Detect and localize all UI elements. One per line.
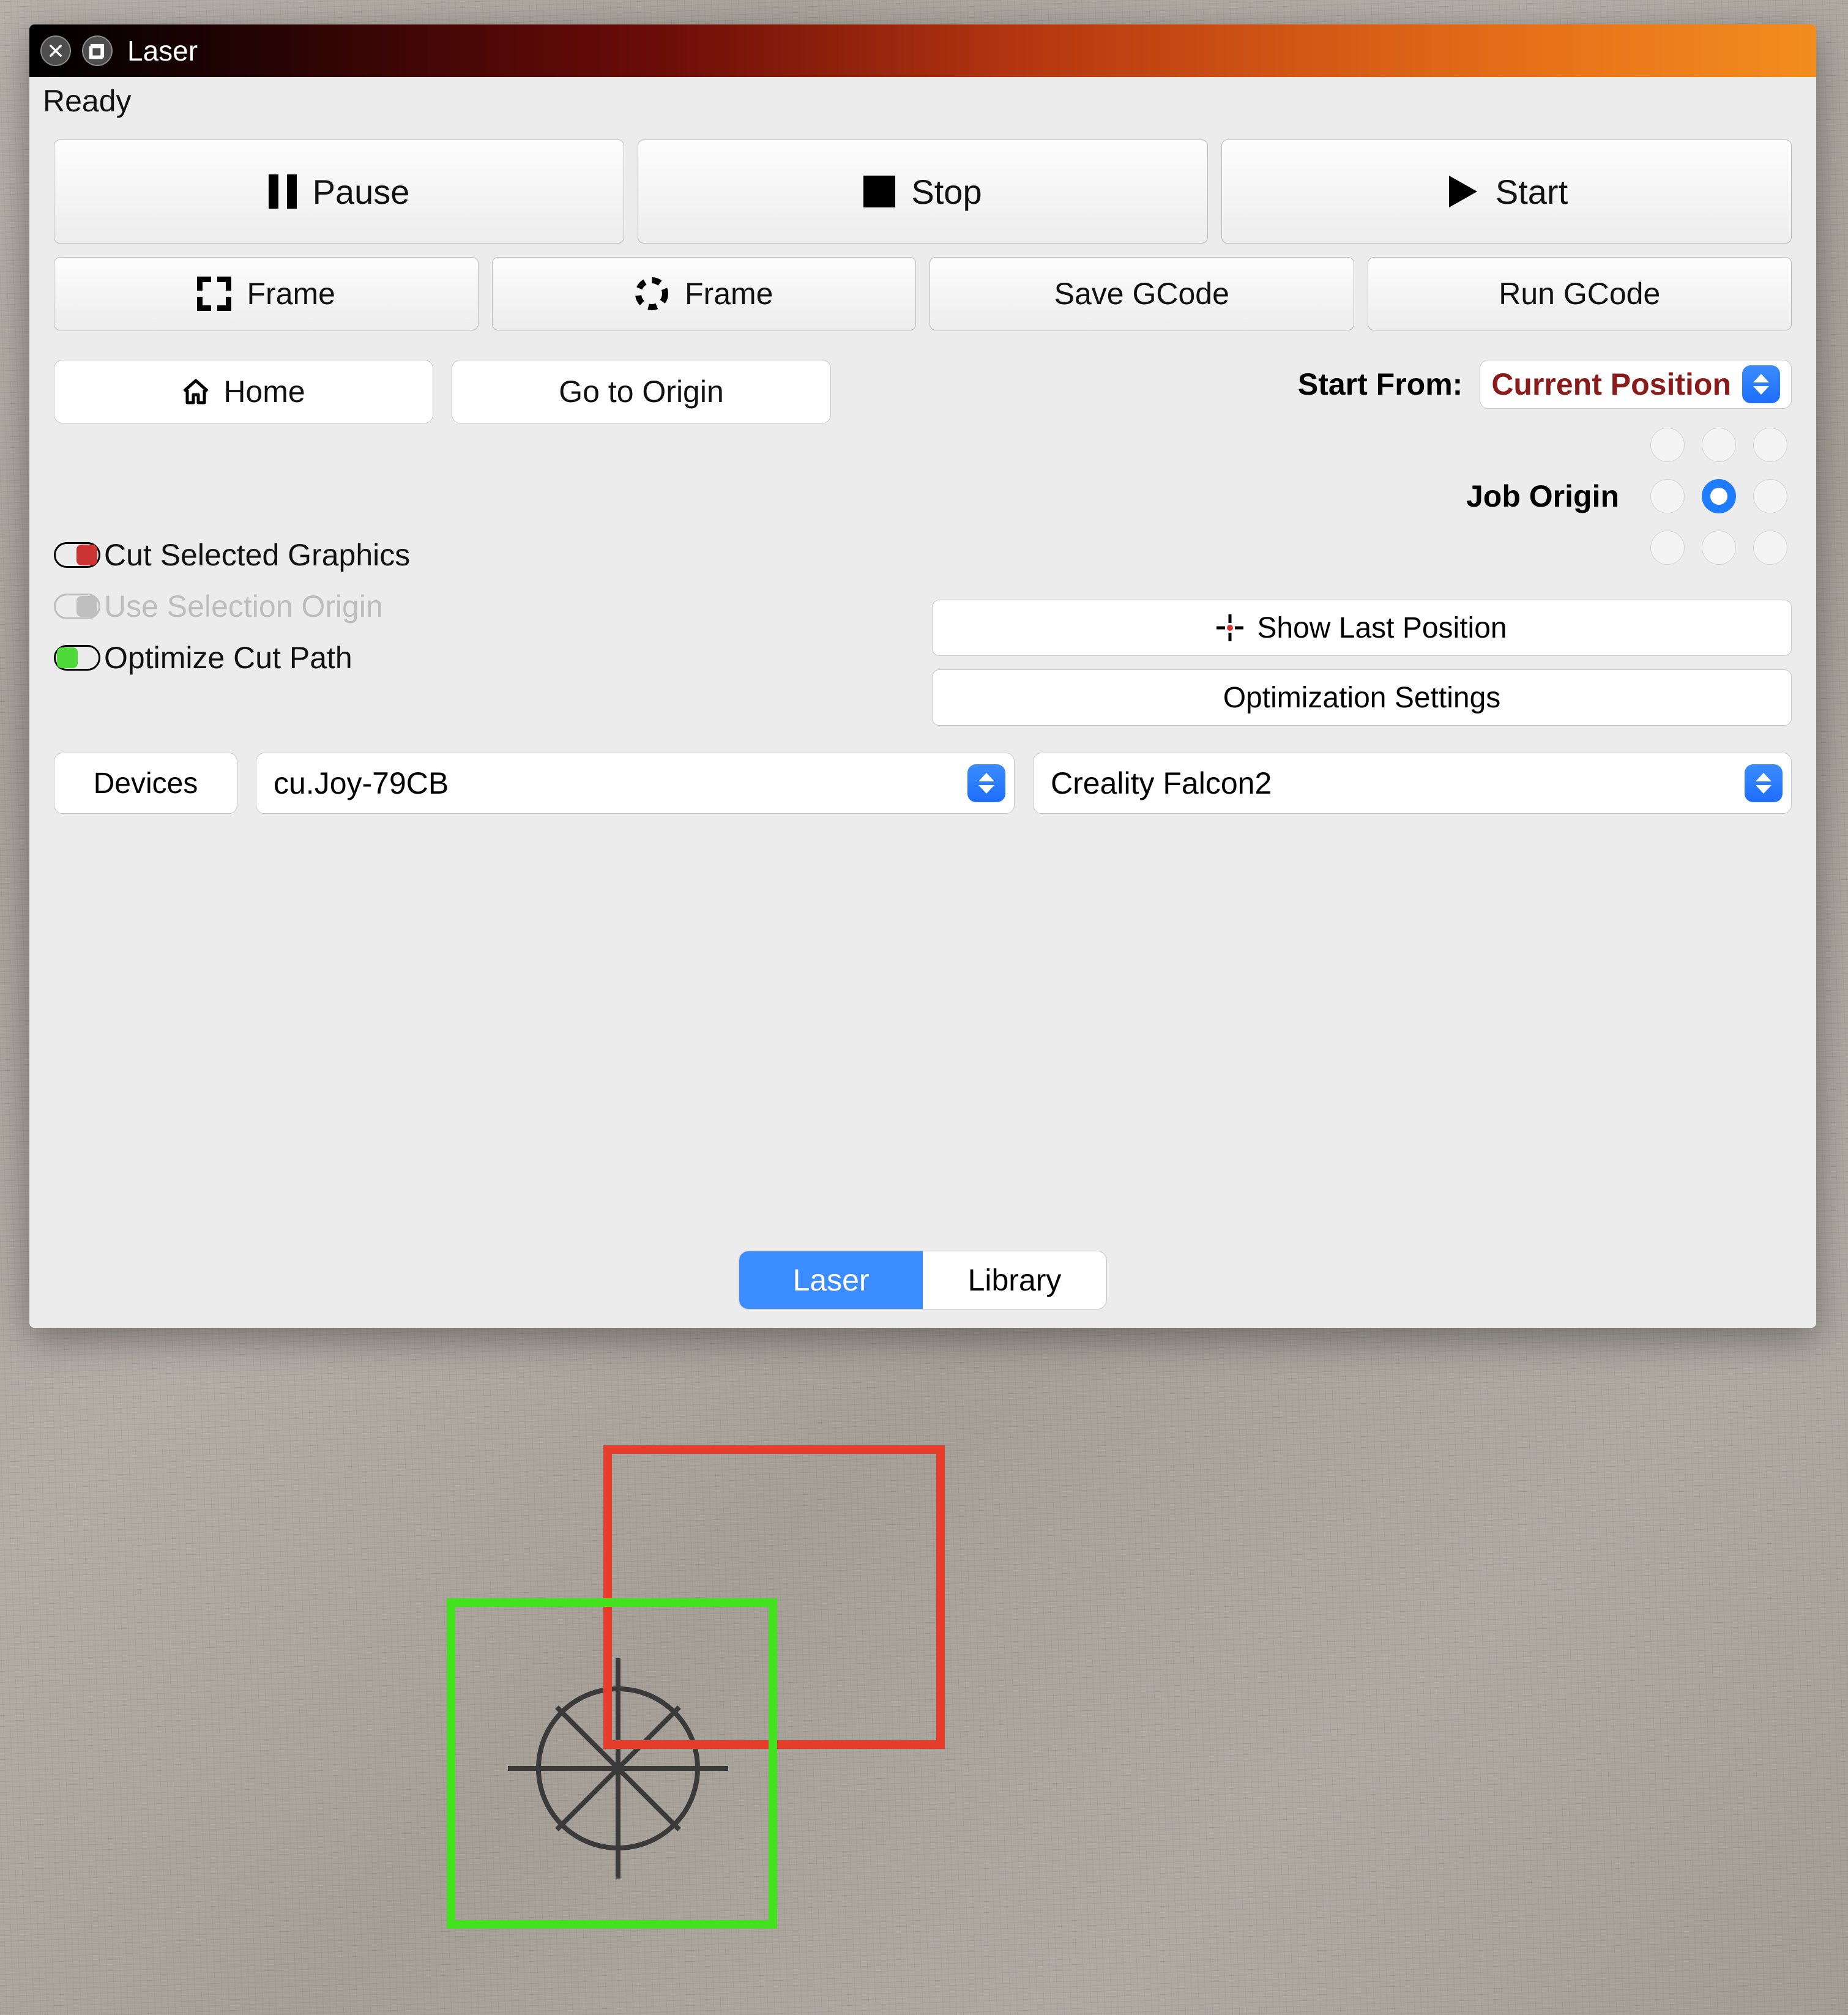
job-origin-radio[interactable] [1650, 428, 1685, 462]
port-select[interactable]: cu.Joy-79CB [256, 753, 1015, 814]
red-square-overlay [603, 1445, 945, 1749]
start-from-label: Start From: [1298, 367, 1462, 402]
home-button[interactable]: Home [54, 360, 433, 423]
maximize-icon[interactable] [82, 35, 113, 66]
laser-window: Laser Ready Pause Stop Start [29, 24, 1816, 1328]
start-from-select[interactable]: Current Position [1480, 360, 1792, 409]
main-button-row: Pause Stop Start [54, 140, 1792, 244]
machine-value: Creality Falcon2 [1051, 765, 1272, 801]
right-column: Start From: Current Position Job Origin [932, 349, 1792, 726]
toggle-icon [54, 645, 100, 671]
machine-select[interactable]: Creality Falcon2 [1033, 753, 1792, 814]
crosshair-icon [1216, 614, 1243, 641]
close-icon[interactable] [40, 35, 71, 66]
optimize-cut-path-label: Optimize Cut Path [104, 640, 352, 676]
goto-origin-button[interactable]: Go to Origin [452, 360, 831, 423]
home-icon [182, 378, 210, 406]
port-value: cu.Joy-79CB [274, 765, 449, 801]
frame-rect-button[interactable]: Frame [54, 257, 479, 330]
optimization-settings-label: Optimization Settings [1223, 681, 1501, 715]
secondary-button-row: Frame Frame Save GCode Run GCode [54, 257, 1792, 330]
tab-laser[interactable]: Laser [739, 1251, 923, 1309]
tab-laser-label: Laser [792, 1262, 869, 1298]
tab-library-label: Library [968, 1262, 1062, 1298]
cut-selected-label: Cut Selected Graphics [104, 537, 410, 573]
pause-label: Pause [313, 172, 410, 212]
home-label: Home [223, 374, 305, 409]
frame-circle-button[interactable]: Frame [492, 257, 917, 330]
cut-selected-toggle[interactable]: Cut Selected Graphics [54, 537, 914, 573]
run-gcode-label: Run GCode [1499, 276, 1660, 311]
stop-button[interactable]: Stop [638, 140, 1208, 244]
chevron-updown-icon [1745, 764, 1783, 802]
left-column: Home Go to Origin Cut Selected Graphics … [54, 349, 914, 726]
job-origin-radio[interactable] [1753, 531, 1787, 565]
optimize-cut-path-toggle[interactable]: Optimize Cut Path [54, 640, 914, 676]
frame-rect-icon [197, 277, 231, 311]
job-origin-radio[interactable] [1702, 428, 1736, 462]
window-title: Laser [127, 34, 198, 67]
show-last-position-button[interactable]: Show Last Position [932, 600, 1792, 656]
titlebar: Laser [29, 24, 1816, 77]
play-icon [1445, 174, 1480, 209]
pause-button[interactable]: Pause [54, 140, 624, 244]
toggle-icon [54, 594, 100, 619]
frame-circle-label: Frame [685, 276, 773, 311]
use-selection-origin-toggle[interactable]: Use Selection Origin [54, 589, 914, 624]
job-origin-label: Job Origin [1466, 479, 1619, 514]
panel: Pause Stop Start Frame [29, 119, 1816, 814]
green-square-overlay [447, 1598, 777, 1929]
devices-label: Devices [94, 767, 198, 800]
chevron-updown-icon [1742, 365, 1780, 403]
use-selection-origin-label: Use Selection Origin [104, 589, 383, 624]
job-origin-radio[interactable] [1753, 479, 1787, 513]
start-from-value: Current Position [1491, 367, 1731, 402]
save-gcode-button[interactable]: Save GCode [930, 257, 1354, 330]
stop-label: Stop [911, 172, 982, 212]
stop-icon [863, 176, 895, 207]
start-button[interactable]: Start [1221, 140, 1792, 244]
save-gcode-label: Save GCode [1054, 276, 1229, 311]
toggle-icon [54, 542, 100, 568]
job-origin-radio[interactable] [1753, 428, 1787, 462]
pause-icon [269, 174, 297, 209]
frame-circle-icon [635, 277, 669, 311]
job-origin-radio[interactable] [1702, 479, 1736, 513]
tab-library[interactable]: Library [923, 1251, 1106, 1309]
optimization-settings-button[interactable]: Optimization Settings [932, 669, 1792, 726]
bottom-tabs: Laser Library [739, 1251, 1107, 1309]
job-origin-radio[interactable] [1650, 479, 1685, 513]
run-gcode-button[interactable]: Run GCode [1368, 257, 1792, 330]
devices-row: Devices cu.Joy-79CB Creality Falcon2 [54, 753, 1792, 814]
job-origin-grid [1646, 423, 1792, 569]
status-text: Ready [29, 77, 1816, 119]
start-label: Start [1496, 172, 1568, 212]
devices-button[interactable]: Devices [54, 753, 237, 814]
show-last-position-label: Show Last Position [1257, 611, 1507, 645]
frame-rect-label: Frame [247, 276, 335, 311]
job-origin-radio[interactable] [1702, 531, 1736, 565]
chevron-updown-icon [967, 764, 1005, 802]
job-origin-radio[interactable] [1650, 531, 1685, 565]
target-mark-icon [502, 1652, 734, 1885]
goto-origin-label: Go to Origin [559, 374, 724, 409]
